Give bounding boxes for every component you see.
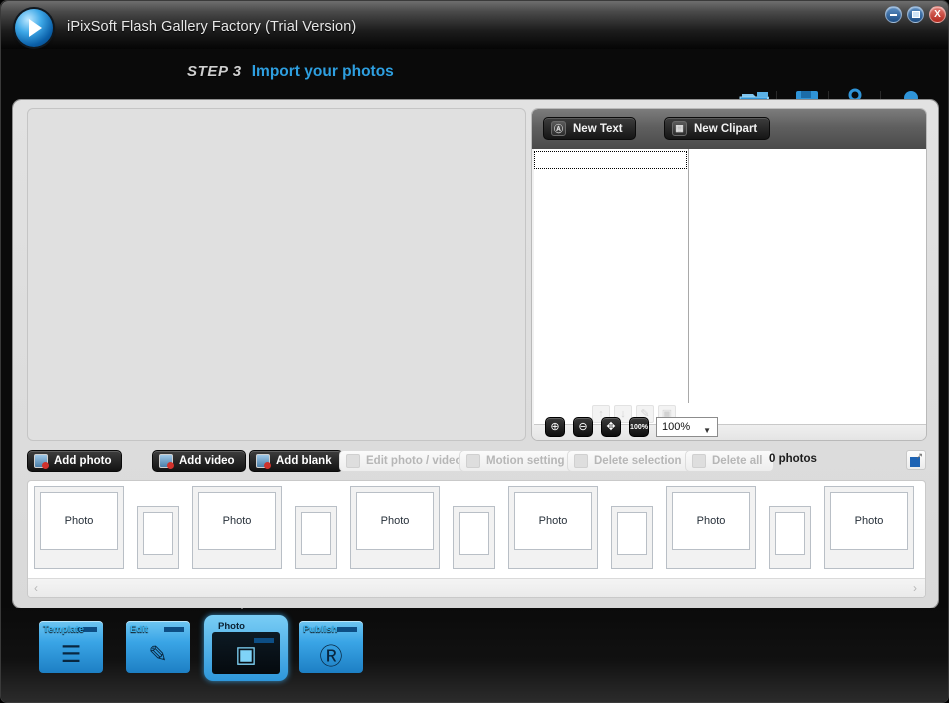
zoom-100-icon[interactable]: 100% — [629, 417, 649, 437]
photo-frame[interactable]: Photo — [34, 486, 124, 569]
add-video-label: Add video — [179, 455, 235, 467]
object-properties-pane[interactable] — [689, 149, 926, 403]
new-text-button[interactable]: Ⓐ New Text — [543, 117, 636, 140]
photo-frame[interactable]: Photo — [192, 486, 282, 569]
close-button[interactable]: X — [929, 6, 946, 23]
zoom-value: 100% — [662, 421, 690, 433]
preview-canvas[interactable] — [27, 108, 526, 441]
step-indicator: STEP 3 Import your photos — [187, 63, 394, 81]
scroll-right-icon[interactable]: › — [913, 581, 917, 595]
photo-frame-label — [617, 512, 647, 555]
step-number: STEP 3 — [187, 63, 242, 80]
object-list-pane[interactable] — [534, 149, 689, 403]
edit-photo-icon — [346, 454, 360, 468]
scroll-left-icon[interactable]: ‹ — [34, 581, 38, 595]
photo-frame[interactable]: Photo — [824, 486, 914, 569]
add-video-button[interactable]: Add video — [152, 450, 246, 472]
photo-toolbar: Add photo Add video Add blank Edit photo… — [27, 450, 926, 476]
photo-frame-label: Photo — [356, 492, 434, 550]
motion-setting-label: Motion setting — [486, 455, 565, 467]
application-window: iPixSoft Flash Gallery Factory (Trial Ve… — [0, 0, 949, 703]
add-photo-label: Add photo — [54, 455, 111, 467]
delete-selection-label: Delete selection — [594, 455, 682, 467]
window-title: iPixSoft Flash Gallery Factory (Trial Ve… — [67, 19, 356, 35]
add-blank-icon — [256, 454, 270, 468]
photo-frame[interactable]: Photo — [350, 486, 440, 569]
photo-frame[interactable] — [295, 506, 337, 569]
photo-frame-label — [301, 512, 331, 555]
active-step-pointer — [233, 599, 251, 609]
delete-all-label: Delete all — [712, 455, 763, 467]
zoom-toolbar: ⊕ ⊖ ✥ 100% 100% ▼ — [532, 425, 927, 441]
new-clipart-label: New Clipart — [694, 123, 757, 135]
stage-toolbar: Ⓐ New Text ▦ New Clipart — [532, 109, 927, 149]
photo-frame[interactable] — [769, 506, 811, 569]
zoom-in-icon[interactable]: ⊕ — [545, 417, 565, 437]
step-title: Import your photos — [252, 63, 394, 81]
add-blank-button[interactable]: Add blank — [249, 450, 343, 472]
maximize-button[interactable] — [907, 6, 924, 23]
motion-icon — [466, 454, 480, 468]
minimize-button[interactable] — [885, 6, 902, 23]
delete-all-button: Delete all — [685, 450, 774, 472]
chevron-down-icon: ▼ — [703, 422, 711, 440]
photo-frame[interactable]: Photo — [508, 486, 598, 569]
photo-frame-label: Photo — [198, 492, 276, 550]
zoom-out-icon[interactable]: ⊖ — [573, 417, 593, 437]
delete-selection-icon — [574, 454, 588, 468]
main-body: Ⓐ New Text ▦ New Clipart ↑ ↓ ✎ ▣ — [13, 100, 938, 608]
delete-selection-button: Delete selection — [567, 450, 693, 472]
stage-panes — [534, 149, 926, 403]
photo-frame-label — [143, 512, 173, 555]
bottom-nav: Template ☰ Edit ✎ Photo ▣ Publish Ⓡ ❮ MA… — [1, 608, 949, 703]
add-photo-icon — [34, 454, 48, 468]
text-a-icon: Ⓐ — [551, 121, 566, 136]
title-bar: iPixSoft Flash Gallery Factory (Trial Ve… — [1, 1, 949, 49]
edit-photo-video-button: Edit photo / video — [339, 450, 473, 472]
delete-all-icon — [692, 454, 706, 468]
photo-label: Photo — [218, 621, 245, 632]
photo-frame-label: Photo — [830, 492, 908, 550]
notebook-pencil-icon: ✎ — [126, 635, 190, 673]
documents-icon: ☰ — [39, 635, 103, 673]
clipart-icon: ▦ — [672, 121, 687, 136]
photo-frame[interactable] — [611, 506, 653, 569]
photo-strip-scrollbar[interactable]: ‹ › — [28, 579, 925, 598]
zoom-select[interactable]: 100% ▼ — [656, 417, 718, 437]
pan-move-icon[interactable]: ✥ — [601, 417, 621, 437]
photos-icon: ▣ — [212, 635, 280, 673]
photo-frames: Photo Photo Photo Photo Photo Photo — [28, 481, 925, 578]
photo-count: 0 photos — [769, 453, 817, 465]
stage-panel: Ⓐ New Text ▦ New Clipart ↑ ↓ ✎ ▣ — [531, 108, 927, 441]
new-clipart-button[interactable]: ▦ New Clipart — [664, 117, 770, 140]
photo-frame-label: Photo — [672, 492, 750, 550]
photo-frame-label: Photo — [40, 492, 118, 550]
new-text-label: New Text — [573, 123, 623, 135]
photo-strip: Photo Photo Photo Photo Photo Photo ‹ › — [27, 480, 926, 598]
app-logo-icon — [15, 9, 53, 47]
add-blank-label: Add blank — [276, 455, 332, 467]
photo-frame-label: Photo — [514, 492, 592, 550]
photo-frame-label — [459, 512, 489, 555]
add-photo-button[interactable]: Add photo — [27, 450, 122, 472]
template-label: Template — [43, 624, 84, 635]
publish-r-icon: Ⓡ — [299, 635, 363, 673]
photo-frame[interactable] — [137, 506, 179, 569]
selection-row[interactable] — [534, 151, 687, 169]
photo-frame[interactable]: Photo — [666, 486, 756, 569]
publish-label: Publish — [303, 624, 337, 635]
photo-frame-label — [775, 512, 805, 555]
edit-photo-video-label: Edit photo / video — [366, 455, 462, 467]
motion-setting-button: Motion setting — [459, 450, 576, 472]
expand-icon[interactable]: ↗ — [906, 450, 926, 470]
header-bar: STEP 3 Import your photos File — [1, 49, 949, 101]
edit-label: Edit — [130, 624, 148, 635]
add-video-icon — [159, 454, 173, 468]
photo-frame[interactable] — [453, 506, 495, 569]
